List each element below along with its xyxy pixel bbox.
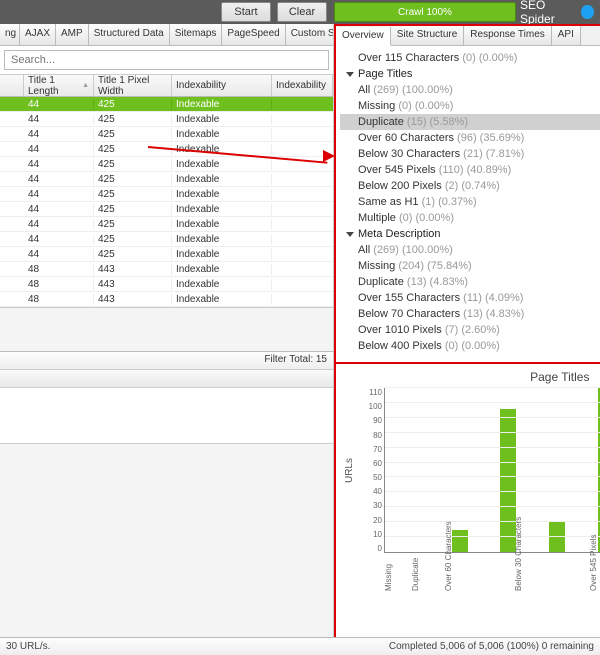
tree-item[interactable]: Duplicate (15) (5.58%)	[340, 114, 600, 130]
tab-sitemaps[interactable]: Sitemaps	[170, 24, 223, 45]
tab-custom-search[interactable]: Custom Searc	[286, 24, 333, 45]
table-row[interactable]: 44425Indexable	[0, 232, 333, 247]
bottom-body	[0, 388, 333, 443]
tab-pagespeed[interactable]: PageSpeed	[222, 24, 285, 45]
tree-group[interactable]: Meta Description	[340, 226, 600, 242]
tree-item[interactable]: Missing (204) (75.84%)	[340, 258, 600, 274]
table-row[interactable]: 48443Indexable	[0, 277, 333, 292]
caret-down-icon	[346, 232, 354, 237]
start-button[interactable]: Start	[221, 2, 271, 22]
table-row[interactable]: 44425Indexable	[0, 142, 333, 157]
table-row[interactable]: 44425Indexable	[0, 172, 333, 187]
status-bar: 30 URL/s. Completed 5,006 of 5,006 (100%…	[0, 637, 600, 655]
tree-item[interactable]: Over 1010 Pixels (7) (2.60%)	[340, 322, 600, 338]
tree-item[interactable]: Duplicate (13) (4.83%)	[340, 274, 600, 290]
chart-yaxis: 1101009080706050403020100	[356, 388, 384, 553]
col-indexability-status[interactable]: Indexability	[272, 75, 333, 96]
tree-item[interactable]: Below 30 Characters (21) (7.81%)	[340, 146, 600, 162]
tree-item[interactable]: Below 70 Characters (13) (4.83%)	[340, 306, 600, 322]
tree-item[interactable]: Below 400 Pixels (0) (0.00%)	[340, 338, 600, 354]
filter-total: Filter Total: 15	[0, 351, 333, 369]
topbar-spacer	[0, 0, 218, 24]
col-indexability[interactable]: Indexability	[172, 75, 272, 96]
table-blank	[0, 307, 333, 351]
status-left: 30 URL/s.	[6, 641, 50, 652]
brand: SEO Spider	[520, 0, 600, 24]
chart-plot	[384, 388, 600, 553]
col-pixel-width[interactable]: Title 1 Pixel Width	[94, 75, 172, 96]
table-row[interactable]: 44425Indexable	[0, 217, 333, 232]
table-header: Title 1 Length Title 1 Pixel Width Index…	[0, 75, 333, 97]
table-row[interactable]: 44425Indexable	[0, 187, 333, 202]
tree-item[interactable]: Over 155 Characters (11) (4.09%)	[340, 290, 600, 306]
chart-bar[interactable]	[452, 530, 468, 552]
bottom-tabs[interactable]	[0, 370, 333, 388]
table-row[interactable]: 44425Indexable	[0, 247, 333, 262]
table-row[interactable]: 44425Indexable	[0, 157, 333, 172]
chart: Page Titles URLs 11010090807060504030201…	[336, 364, 600, 637]
tab-site-structure[interactable]: Site Structure	[391, 26, 465, 45]
table-row[interactable]: 44425Indexable	[0, 97, 333, 112]
search-row	[0, 46, 333, 75]
tab-api[interactable]: API	[552, 26, 581, 45]
table-row[interactable]: 44425Indexable	[0, 202, 333, 217]
table-row[interactable]: 44425Indexable	[0, 112, 333, 127]
table-row[interactable]: 48443Indexable	[0, 262, 333, 277]
clear-button[interactable]: Clear	[277, 2, 327, 22]
bottom-band	[0, 443, 333, 637]
tab-structured-data[interactable]: Structured Data	[89, 24, 170, 45]
tab-trunc[interactable]: ng	[0, 24, 20, 45]
table-row[interactable]: 48443Indexable	[0, 292, 333, 307]
tree-group[interactable]: Page Titles	[340, 66, 600, 82]
tab-response-times[interactable]: Response Times	[464, 26, 551, 45]
table-row[interactable]: 44425Indexable	[0, 127, 333, 142]
tree-item[interactable]: Missing (0) (0.00%)	[340, 98, 600, 114]
twitter-icon[interactable]	[581, 5, 594, 19]
tree-item[interactable]: Below 200 Pixels (2) (0.74%)	[340, 178, 600, 194]
tab-amp[interactable]: AMP	[56, 24, 89, 45]
brand-label: SEO Spider	[520, 0, 577, 26]
chart-title: Page Titles	[342, 368, 600, 388]
crawl-progress: Crawl 100%	[334, 2, 516, 22]
search-input[interactable]	[4, 50, 329, 70]
left-tabs: ng AJAX AMP Structured Data Sitemaps Pag…	[0, 24, 333, 46]
tree-item[interactable]: Over 115 Characters (0) (0.00%)	[340, 50, 600, 66]
col-title-length[interactable]: Title 1 Length	[24, 75, 94, 96]
caret-down-icon	[346, 72, 354, 77]
tree-item[interactable]: All (269) (100.00%)	[340, 82, 600, 98]
tree-item[interactable]: All (269) (100.00%)	[340, 242, 600, 258]
status-right: Completed 5,006 of 5,006 (100%) 0 remain…	[389, 641, 594, 652]
chart-xaxis: MissingDuplicateOver 60 CharactersBelow …	[384, 553, 600, 635]
tab-ajax[interactable]: AJAX	[20, 24, 56, 45]
topbar: Start Clear Crawl 100% SEO Spider	[0, 0, 600, 24]
bottom-left-pane	[0, 369, 333, 637]
left-pane: ng AJAX AMP Structured Data Sitemaps Pag…	[0, 24, 334, 637]
tree-item[interactable]: Multiple (0) (0.00%)	[340, 210, 600, 226]
chart-ylabel: URLs	[344, 458, 355, 483]
tree-item[interactable]: Over 60 Characters (96) (35.69%)	[340, 130, 600, 146]
overview-tree: Over 115 Characters (0) (0.00%)Page Titl…	[336, 46, 600, 364]
table-body: 44425Indexable44425Indexable44425Indexab…	[0, 97, 333, 307]
col-blank[interactable]	[0, 75, 24, 96]
right-pane: Overview Site Structure Response Times A…	[334, 24, 600, 637]
tree-item[interactable]: Same as H1 (1) (0.37%)	[340, 194, 600, 210]
right-tabs: Overview Site Structure Response Times A…	[336, 26, 600, 46]
tree-item[interactable]: Over 545 Pixels (110) (40.89%)	[340, 162, 600, 178]
tab-overview[interactable]: Overview	[336, 27, 391, 46]
